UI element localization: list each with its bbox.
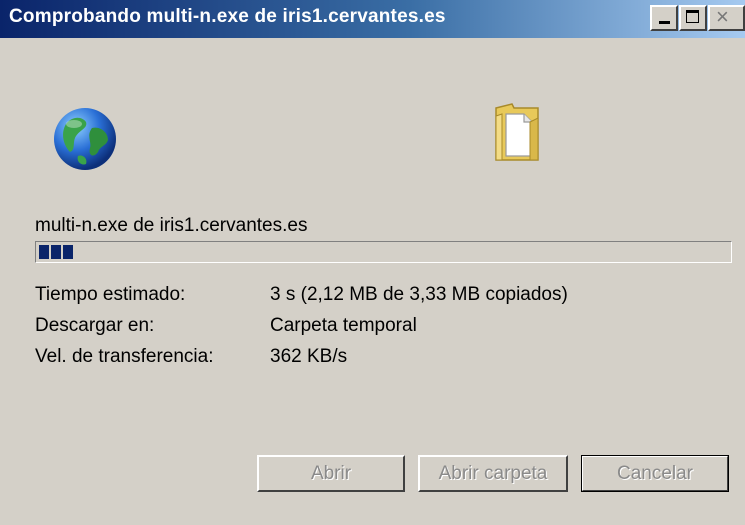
- cancel-button[interactable]: Cancelar: [581, 455, 729, 492]
- progress-segment: [63, 245, 73, 259]
- window-title: Comprobando multi-n.exe de iris1.cervant…: [9, 6, 446, 27]
- open-button[interactable]: Abrir: [257, 455, 405, 492]
- folder-icon: [495, 103, 539, 161]
- close-icon: ×: [716, 4, 729, 29]
- title-bar[interactable]: Comprobando multi-n.exe de iris1.cervant…: [0, 0, 745, 38]
- download-to-label: Descargar en:: [35, 315, 155, 336]
- maximize-button[interactable]: [679, 5, 707, 31]
- download-progress-bar: [35, 241, 732, 263]
- dialog-body: multi-n.exe de iris1.cervantes.es Tiempo…: [0, 38, 745, 525]
- transfer-rate-value: 362 KB/s: [270, 346, 348, 367]
- time-remaining-label: Tiempo estimado:: [35, 284, 186, 305]
- close-button[interactable]: ×: [708, 4, 745, 31]
- progress-segment: [51, 245, 61, 259]
- open-folder-button[interactable]: Abrir carpeta: [418, 455, 568, 492]
- download-to-value: Carpeta temporal: [270, 315, 417, 336]
- progress-fill: [39, 245, 73, 259]
- file-source-label: multi-n.exe de iris1.cervantes.es: [35, 215, 308, 236]
- progress-segment: [39, 245, 49, 259]
- minimize-button[interactable]: [650, 5, 678, 31]
- time-remaining-value: 3 s (2,12 MB de 3,33 MB copiados): [270, 284, 568, 305]
- globe-icon: [54, 108, 116, 170]
- transfer-rate-label: Vel. de transferencia:: [35, 346, 214, 367]
